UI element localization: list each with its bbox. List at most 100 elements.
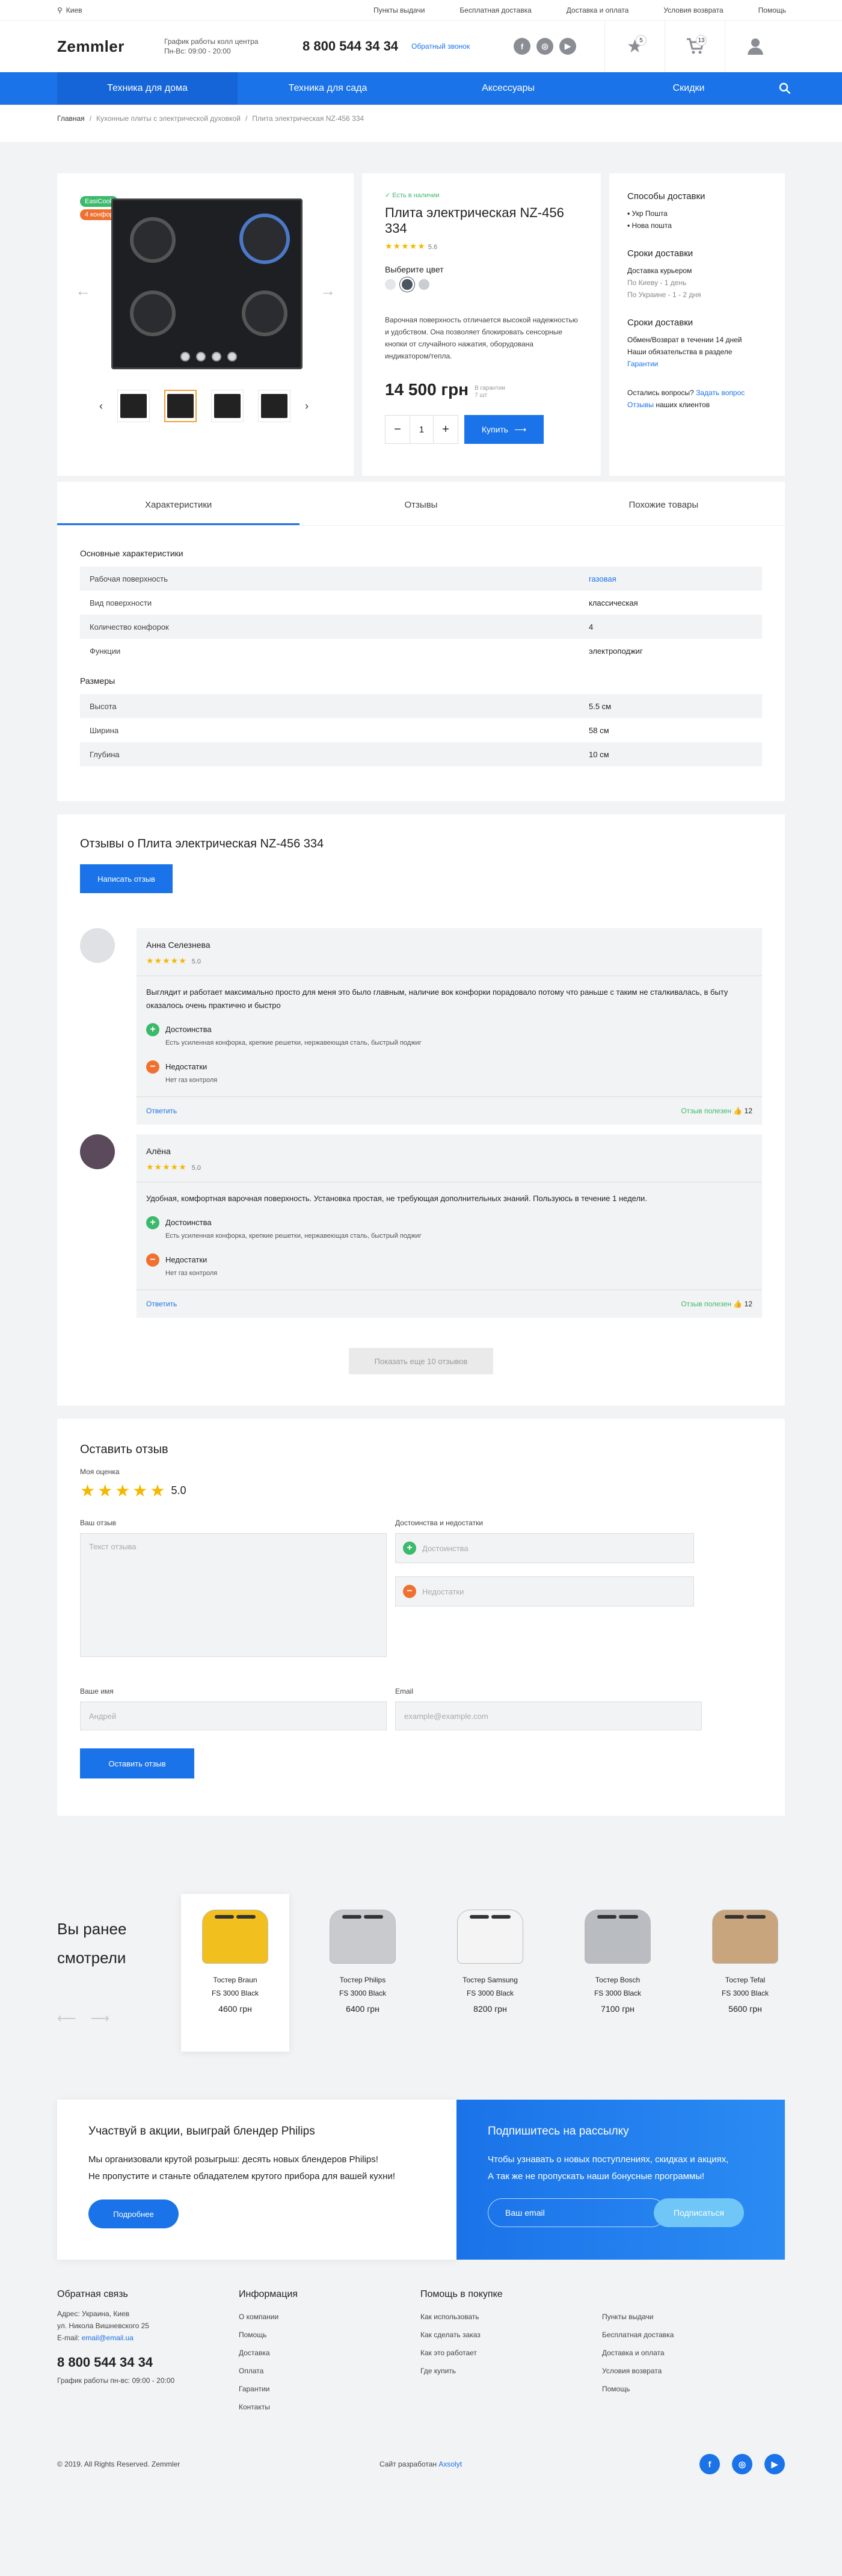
cart-button[interactable]: 13 [665,20,725,72]
footer-link[interactable]: Доставка [239,2344,420,2362]
arrow-left-icon[interactable]: ⟵ [57,2011,76,2026]
thumbnail[interactable] [117,390,150,422]
account-button[interactable] [725,20,785,72]
search-button[interactable] [779,72,803,105]
color-swatch[interactable] [385,279,396,290]
top-link-delivery-payment[interactable]: Доставка и оплата [567,6,629,14]
facebook-icon[interactable]: f [514,38,531,55]
guarantee-link[interactable]: Гарантии [627,360,658,368]
color-swatch[interactable] [402,279,413,290]
product-image[interactable] [111,198,303,369]
tab-similar[interactable]: Похожие товары [542,482,785,525]
footer-link[interactable]: Доставка и оплата [602,2344,782,2362]
tab-specs[interactable]: Характеристики [57,482,300,525]
footer-link[interactable]: О компании [239,2308,420,2326]
product-card[interactable]: Тостер Philips FS 3000 Black 6400 грн [309,1894,417,2052]
plus-icon[interactable]: + [434,416,458,443]
rating-stars-icon[interactable]: ★★★★★ [80,1481,168,1501]
breadcrumb-home[interactable]: Главная [57,114,85,123]
footer-link[interactable]: Как это работает [420,2344,602,2362]
specs-main-title: Основные характеристики [80,549,183,558]
reply-link[interactable]: Ответить [146,1300,177,1308]
youtube-icon[interactable]: ▶ [559,38,577,55]
footer-link[interactable]: Условия возврата [602,2362,782,2380]
email-input[interactable]: example@example.com [395,1701,702,1730]
thumb-prev-icon[interactable]: ‹ [99,400,103,413]
reply-link[interactable]: Ответить [146,1107,177,1115]
footer-link[interactable]: Пункты выдачи [602,2308,782,2326]
footer-email-link[interactable]: email@email.ua [82,2334,134,2342]
product-card[interactable]: Тостер Braun FS 3000 Black 4600 грн [181,1894,289,2052]
gallery-prev-arrow[interactable]: ← [75,281,91,300]
footer-link[interactable]: Гарантии [239,2380,420,2398]
product-image [457,1910,523,1964]
write-review-button[interactable]: Написать отзыв [80,864,173,893]
nav-home-appliances[interactable]: Техника для дома [57,72,238,105]
top-link-pickup[interactable]: Пункты выдачи [373,6,425,14]
product-card[interactable]: Тостер Samsung FS 3000 Black 8200 грн [436,1894,544,2052]
nav-sales[interactable]: Скидки [598,72,779,105]
footer-link[interactable]: Где купить [420,2362,602,2380]
gallery-next-arrow[interactable]: → [320,281,336,300]
tab-reviews[interactable]: Отзывы [300,482,542,525]
newsletter-text: Чтобы узнавать о новых поступлениях, ски… [488,2154,729,2165]
arrow-right-icon[interactable]: ⟶ [91,2011,110,2026]
client-reviews-link[interactable]: Отзывы [627,401,654,409]
logo[interactable]: Zemmler [57,37,164,56]
helpful-counter[interactable]: Отзыв полезен 👍 12 [681,1300,752,1308]
header-phone[interactable]: 8 800 544 34 34 [303,38,398,54]
developer-link[interactable]: Axsolyt [438,2460,462,2468]
helpful-counter[interactable]: Отзыв полезен 👍 12 [681,1107,752,1115]
quantity-value[interactable]: 1 [410,416,434,443]
callback-link[interactable]: Обратный звонок [411,42,514,51]
rating-input[interactable]: ★★★★★ 5.0 [80,1481,762,1501]
newsletter-email-input[interactable]: Ваш email [488,2198,666,2227]
thumbnail-selected[interactable] [164,390,197,422]
pros-input[interactable]: + Достоинства [395,1533,694,1563]
rating-stars-icon: ★★★★★ [385,241,426,251]
city-selector[interactable]: ⚲ Киев [57,6,82,14]
footer-link[interactable]: Оплата [239,2362,420,2380]
instagram-icon[interactable]: ◎ [536,38,554,55]
spec-link[interactable]: газовая [589,574,616,583]
top-link-help[interactable]: Помощь [758,6,786,14]
show-more-reviews-button[interactable]: Показать еще 10 отзывов [349,1348,493,1374]
thumbnail[interactable] [211,390,244,422]
footer-link[interactable]: Как использовать [420,2308,602,2326]
courier-text: Доставка курьером [627,266,692,275]
name-input[interactable]: Андрей [80,1701,387,1730]
footer-link[interactable]: Как сделать заказ [420,2326,602,2344]
subscribe-button[interactable]: Подписаться [654,2198,744,2227]
top-link-free-delivery[interactable]: Бесплатная доставка [459,6,531,14]
minus-icon[interactable]: − [386,416,410,443]
thumbnail[interactable] [258,390,290,422]
facebook-icon[interactable]: f [699,2454,720,2474]
product-price: 14 500 грн [385,380,469,399]
footer-link[interactable]: Бесплатная доставка [602,2326,782,2344]
promo-details-button[interactable]: Подробнее [88,2199,179,2228]
footer-link[interactable]: Помощь [239,2326,420,2344]
breadcrumb-category[interactable]: Кухонные плиты с электрической духовкой [96,114,241,123]
submit-review-button[interactable]: Оставить отзыв [80,1748,194,1778]
rating-stars-icon: ★★★★★ [146,1162,187,1172]
price-row: 14 500 грн В гарантии 7 шт [385,380,578,399]
footer-link[interactable]: Помощь [602,2380,782,2398]
favorites-button[interactable]: ★ 5 [604,20,665,72]
nav-accessories[interactable]: Аксессуары [418,72,598,105]
burner [130,217,176,263]
nav-garden[interactable]: Техника для сада [238,72,418,105]
thumb-next-icon[interactable]: › [305,400,309,413]
footer-phone[interactable]: 8 800 544 34 34 [57,2353,239,2372]
review-textarea[interactable]: Текст отзыва [80,1533,387,1657]
ask-question-link[interactable]: Задать вопрос [696,389,745,397]
cons-input[interactable]: − Недостатки [395,1576,694,1606]
recent-products: Тостер Braun FS 3000 Black 4600 грн Тостер… [181,1894,819,2052]
footer-link[interactable]: Контакты [239,2398,420,2416]
youtube-icon[interactable]: ▶ [764,2454,785,2474]
product-card[interactable]: Тостер Bosch FS 3000 Black 7100 грн [564,1894,672,2052]
color-swatch[interactable] [419,279,429,290]
top-link-returns[interactable]: Условия возврата [663,6,723,14]
product-card[interactable]: Тостер Tefal FS 3000 Black 5600 грн [691,1894,799,2052]
buy-button[interactable]: Купить ⟶ [464,415,544,444]
instagram-icon[interactable]: ◎ [732,2454,752,2474]
